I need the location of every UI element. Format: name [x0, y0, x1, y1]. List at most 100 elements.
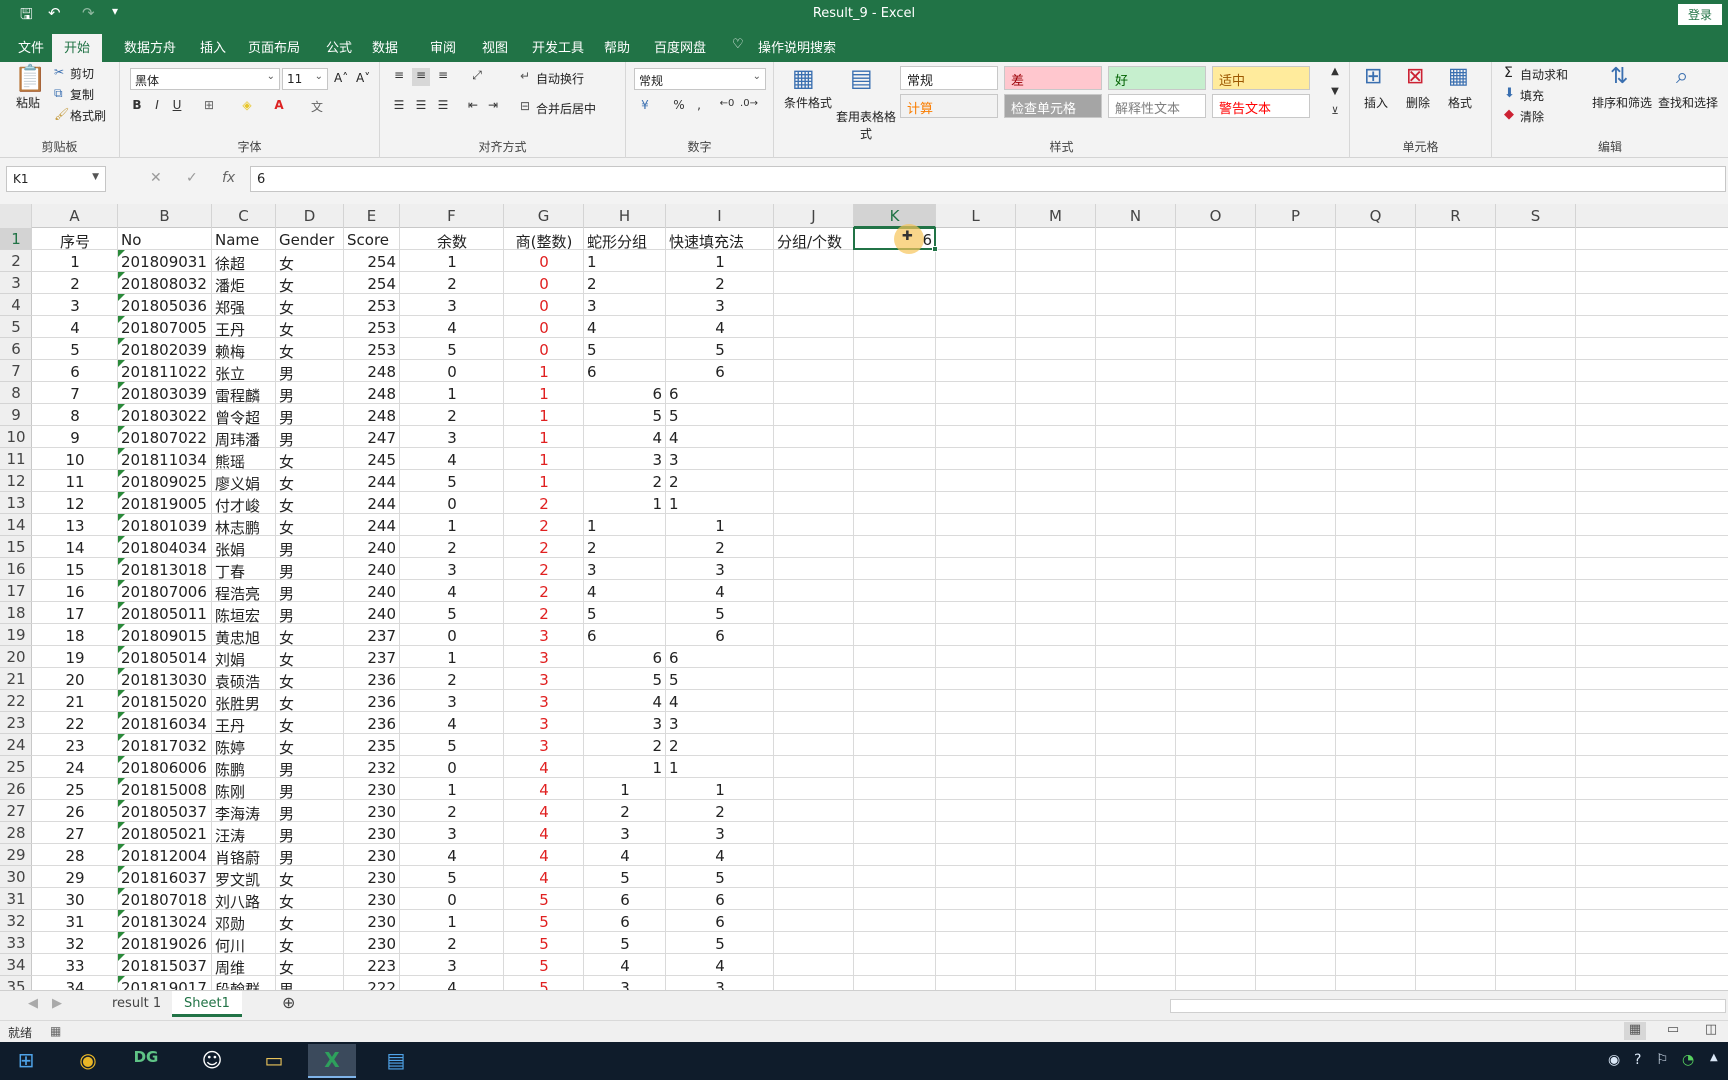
cell[interactable]: 4 — [666, 954, 774, 976]
cell[interactable]: 3 — [400, 690, 504, 712]
cell[interactable]: 5 — [666, 404, 774, 426]
network-icon[interactable]: ◔ — [1682, 1052, 1694, 1068]
cut-button[interactable]: 剪切 — [70, 65, 94, 82]
cell[interactable]: 3 — [400, 294, 504, 316]
cell[interactable]: 230 — [344, 910, 400, 932]
cell[interactable]: 240 — [344, 602, 400, 624]
cell[interactable]: 244 — [344, 470, 400, 492]
cell[interactable]: 4 — [400, 844, 504, 866]
cell[interactable]: 2 — [400, 668, 504, 690]
cell[interactable]: 201811022 — [118, 360, 212, 382]
cell[interactable]: 9 — [32, 426, 118, 448]
autosum-button[interactable]: 自动求和 — [1520, 66, 1568, 83]
align-right-icon[interactable]: ☰ — [434, 98, 452, 116]
column-header[interactable]: E — [344, 204, 400, 228]
conditional-format-icon[interactable]: ▦ — [792, 64, 815, 92]
cell-style-option[interactable]: 差 — [1004, 66, 1102, 90]
cell[interactable]: 4 — [584, 954, 666, 976]
align-top-icon[interactable]: ≡ — [390, 68, 408, 86]
cell[interactable]: 4 — [400, 712, 504, 734]
cell[interactable]: 付才峻 — [212, 492, 276, 515]
cell[interactable]: 4 — [400, 976, 504, 990]
cell[interactable]: 肖铬蔚 — [212, 844, 276, 867]
ribbon-tab[interactable]: 视图 — [482, 37, 508, 56]
sheet-tab[interactable]: result 1 — [100, 991, 173, 1017]
border-icon[interactable]: ⊞ — [200, 98, 218, 116]
cell[interactable]: 快速填充法 — [666, 228, 774, 251]
cell[interactable]: 女 — [276, 932, 344, 955]
cell[interactable]: 20 — [32, 668, 118, 690]
cell[interactable]: 袁硕浩 — [212, 668, 276, 691]
cell[interactable]: 5 — [400, 602, 504, 624]
cell[interactable]: 201819017 — [118, 976, 212, 990]
page-layout-view-icon[interactable]: ▭ — [1662, 1022, 1684, 1040]
tray-icon[interactable]: ◉ — [1608, 1052, 1620, 1068]
cell[interactable]: 5 — [400, 866, 504, 888]
cell[interactable]: 6 — [584, 382, 666, 404]
cell[interactable]: 女 — [276, 866, 344, 889]
insert-cells-icon[interactable]: ⊞ — [1364, 64, 1382, 89]
cell[interactable]: 3 — [666, 294, 774, 316]
cell[interactable]: 230 — [344, 888, 400, 910]
cell[interactable]: 201816034 — [118, 712, 212, 734]
cell[interactable]: 3 — [584, 294, 666, 316]
cell[interactable]: 0 — [400, 624, 504, 646]
clear-icon[interactable]: ◆ — [1504, 107, 1514, 122]
cell[interactable]: 19 — [32, 646, 118, 668]
row-header[interactable]: 4 — [0, 294, 32, 316]
cell[interactable]: 3 — [584, 558, 666, 580]
cell[interactable]: 4 — [666, 426, 774, 448]
cell[interactable]: 201813018 — [118, 558, 212, 580]
cell[interactable]: 4 — [584, 316, 666, 338]
cell[interactable]: 余数 — [400, 228, 504, 251]
cell[interactable]: 汪涛 — [212, 822, 276, 845]
cell[interactable]: 0 — [504, 250, 584, 272]
cell[interactable]: 201803022 — [118, 404, 212, 426]
cell[interactable]: 201811034 — [118, 448, 212, 470]
cell[interactable]: 201805014 — [118, 646, 212, 668]
worksheet-grid[interactable]: ABCDEFGHIJKLMNOPQRS 1 2 3 4 5 6 7 8 9 10 11 12 13 14 1… — [0, 204, 1728, 990]
row-header[interactable]: 1 — [0, 228, 32, 250]
cell[interactable]: 240 — [344, 558, 400, 580]
cell[interactable]: 4 — [504, 756, 584, 778]
column-header[interactable]: C — [212, 204, 276, 228]
cell[interactable]: 244 — [344, 514, 400, 536]
cell[interactable]: 男 — [276, 404, 344, 427]
cell[interactable]: 230 — [344, 778, 400, 800]
row-header[interactable]: 2 — [0, 250, 32, 272]
cell[interactable]: 刘八路 — [212, 888, 276, 911]
cell[interactable]: 26 — [32, 800, 118, 822]
cell[interactable]: 4 — [504, 778, 584, 800]
cell[interactable]: 5 — [584, 866, 666, 888]
cell[interactable]: 3 — [584, 712, 666, 734]
cell[interactable]: 24 — [32, 756, 118, 778]
cell[interactable]: 张胜男 — [212, 690, 276, 713]
cell[interactable]: 18 — [32, 624, 118, 646]
cell[interactable]: 4 — [666, 844, 774, 866]
cell[interactable]: 201809031 — [118, 250, 212, 272]
orientation-icon[interactable]: ⤢ — [468, 68, 486, 86]
cell[interactable]: 男 — [276, 756, 344, 779]
login-button[interactable]: 登录 — [1677, 4, 1722, 25]
percent-button[interactable]: % — [670, 98, 688, 116]
column-header[interactable]: N — [1096, 204, 1176, 228]
cell[interactable]: 6 — [666, 624, 774, 646]
column-header[interactable]: S — [1496, 204, 1576, 228]
cell[interactable]: 23 — [32, 734, 118, 756]
format-cells-icon[interactable]: ▦ — [1448, 64, 1469, 89]
cell[interactable]: 1 — [666, 514, 774, 536]
cell[interactable]: 25 — [32, 778, 118, 800]
cell[interactable]: 2 — [666, 734, 774, 756]
ribbon-tab[interactable]: 页面布局 — [248, 37, 300, 56]
cell[interactable]: 女 — [276, 624, 344, 647]
cell[interactable]: 1 — [504, 448, 584, 470]
page-break-view-icon[interactable]: ◫ — [1700, 1022, 1722, 1040]
cell[interactable]: 5 — [504, 910, 584, 932]
cell[interactable]: 男 — [276, 602, 344, 625]
cell[interactable]: 230 — [344, 822, 400, 844]
cell[interactable]: 6 — [666, 360, 774, 382]
row-header[interactable]: 21 — [0, 668, 32, 690]
cell[interactable]: 32 — [32, 932, 118, 954]
enter-icon[interactable]: ✓ — [186, 170, 198, 186]
cell[interactable]: 6 — [584, 624, 666, 646]
